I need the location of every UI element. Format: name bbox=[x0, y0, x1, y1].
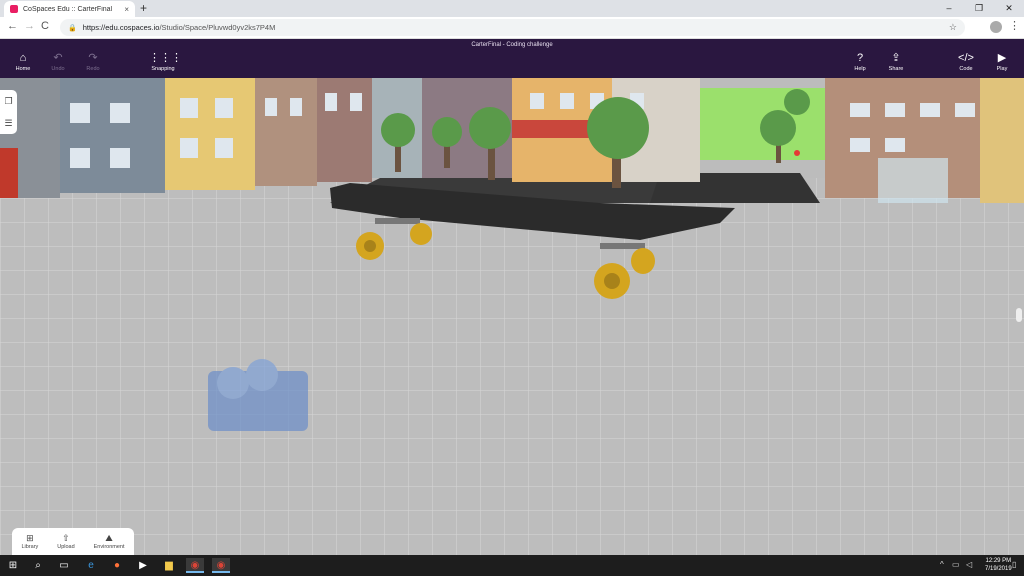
browser-toolbar: ← → C 🔒 https://edu.cospaces.io /Studio/… bbox=[0, 17, 1024, 39]
redo-button[interactable]: ↷ Redo bbox=[82, 52, 104, 73]
grid-icon: ⋮⋮⋮ bbox=[149, 52, 182, 64]
url-host: https://edu.cospaces.io bbox=[82, 23, 160, 32]
search-icon[interactable]: ⌕ bbox=[29, 558, 47, 573]
browser-tab-strip: CoSpaces Edu :: CarterFinal × + – ❐ ✕ bbox=[0, 0, 1024, 17]
notifications-icon[interactable]: ▯ bbox=[1012, 560, 1016, 569]
library-button[interactable]: ⊞ Library bbox=[21, 533, 38, 550]
bus-stop bbox=[878, 158, 948, 203]
help-icon: ? bbox=[856, 52, 864, 64]
redo-label: Redo bbox=[86, 66, 100, 72]
environment-label: Environment bbox=[93, 544, 125, 550]
environment-icon: ⛰ bbox=[105, 533, 113, 543]
help-label: Help bbox=[854, 66, 866, 72]
play-icon: ▶ bbox=[997, 52, 1007, 64]
task-view-icon[interactable]: ▭ bbox=[55, 558, 73, 573]
firefox-icon[interactable]: ● bbox=[108, 558, 126, 573]
undo-label: Undo bbox=[51, 66, 65, 72]
file-explorer-icon[interactable]: ▆ bbox=[160, 558, 178, 573]
app-top-bar: CarterFinal - Coding challenge ⌂ Home ↶ … bbox=[0, 39, 1024, 78]
url-path: /Studio/Space/Pluvwd0yv2ks7P4M bbox=[159, 23, 276, 32]
windows-start-icon[interactable]: ⊞ bbox=[4, 558, 22, 573]
tab-title: CoSpaces Edu :: CarterFinal bbox=[23, 5, 113, 13]
code-button[interactable]: </> Code bbox=[955, 52, 977, 73]
share-button[interactable]: ⇪ Share bbox=[885, 52, 907, 73]
building bbox=[255, 78, 317, 186]
browser-tab[interactable]: CoSpaces Edu :: CarterFinal × bbox=[4, 1, 135, 17]
undo-button[interactable]: ↶ Undo bbox=[47, 52, 69, 73]
document-title: CarterFinal - Coding challenge bbox=[471, 42, 553, 48]
tray-up-icon[interactable]: ^ bbox=[940, 560, 944, 569]
window-controls: – ❐ ✕ bbox=[934, 0, 1024, 17]
object-list-icon[interactable]: ☰ bbox=[0, 112, 17, 134]
back-icon[interactable]: ← bbox=[7, 20, 18, 32]
new-tab-button[interactable]: + bbox=[140, 1, 147, 16]
scene-viewport[interactable] bbox=[0, 78, 1024, 555]
building bbox=[980, 78, 1024, 203]
restore-icon[interactable]: ❐ bbox=[964, 0, 994, 17]
left-side-panel: ❐ ☰ bbox=[0, 90, 17, 134]
library-icon: ⊞ bbox=[26, 533, 34, 543]
close-window-icon[interactable]: ✕ bbox=[994, 0, 1024, 17]
library-label: Library bbox=[21, 544, 39, 550]
ground-grid bbox=[0, 178, 1024, 555]
code-icon: </> bbox=[958, 52, 974, 64]
scene-canvas bbox=[0, 78, 1024, 555]
forward-icon[interactable]: → bbox=[24, 20, 35, 32]
share-label: Share bbox=[888, 66, 904, 72]
upload-button[interactable]: ⇧ Upload bbox=[57, 533, 74, 550]
system-clock[interactable]: 12:29 PM 7/19/2019 bbox=[985, 557, 1012, 573]
lock-icon: 🔒 bbox=[68, 24, 77, 32]
chrome-window-icon[interactable]: ◉ bbox=[212, 558, 230, 573]
share-icon: ⇪ bbox=[891, 52, 901, 64]
edge-icon[interactable]: e bbox=[82, 558, 100, 573]
bottom-panel: ⊞ Library ⇧ Upload ⛰ Environment bbox=[12, 528, 134, 555]
network-icon[interactable]: ▭ bbox=[952, 560, 960, 569]
tab-close-icon[interactable]: × bbox=[124, 5, 129, 14]
profile-avatar-icon[interactable] bbox=[990, 21, 1002, 33]
building-door bbox=[0, 148, 18, 198]
snapping-button[interactable]: ⋮⋮⋮ Snapping bbox=[149, 52, 182, 73]
cospaces-favicon-icon bbox=[10, 5, 18, 13]
reload-icon[interactable]: C bbox=[41, 20, 49, 32]
building bbox=[165, 78, 255, 190]
undo-icon: ↶ bbox=[53, 52, 63, 64]
play-label: Play bbox=[996, 66, 1008, 72]
building bbox=[60, 78, 165, 193]
address-bar[interactable]: 🔒 https://edu.cospaces.io /Studio/Space/… bbox=[60, 19, 965, 36]
play-button[interactable]: ▶ Play bbox=[992, 52, 1012, 73]
windows-taskbar: ⊞ ⌕ ▭ e ● ▶ ▆ ◉ ◉ ^ ▭ ◁ 12:29 PM 7/19/20… bbox=[0, 555, 1024, 576]
right-panel-handle[interactable] bbox=[1016, 308, 1022, 322]
volume-icon[interactable]: ◁ bbox=[966, 560, 972, 569]
browser-menu-icon[interactable]: ⋮ bbox=[1009, 19, 1020, 32]
minimize-icon[interactable]: – bbox=[934, 0, 964, 17]
home-label: Home bbox=[15, 66, 31, 72]
upload-label: Upload bbox=[57, 544, 75, 550]
bookmark-star-icon[interactable]: ☆ bbox=[949, 22, 957, 33]
upload-icon: ⇧ bbox=[62, 533, 70, 543]
media-player-icon[interactable]: ▶ bbox=[134, 558, 152, 573]
environment-button[interactable]: ⛰ Environment bbox=[94, 533, 125, 550]
scene-layers-icon[interactable]: ❐ bbox=[0, 90, 17, 112]
red-marker bbox=[794, 150, 800, 156]
home-button[interactable]: ⌂ Home bbox=[12, 52, 34, 73]
code-label: Code bbox=[959, 66, 973, 72]
chrome-icon[interactable]: ◉ bbox=[186, 558, 204, 573]
clock-time: 12:29 PM bbox=[985, 558, 1012, 564]
home-icon: ⌂ bbox=[19, 52, 27, 64]
help-button[interactable]: ? Help bbox=[850, 52, 870, 73]
clock-date: 7/19/2019 bbox=[985, 566, 1012, 572]
redo-icon: ↷ bbox=[88, 52, 98, 64]
snapping-label: Snapping bbox=[151, 66, 175, 72]
